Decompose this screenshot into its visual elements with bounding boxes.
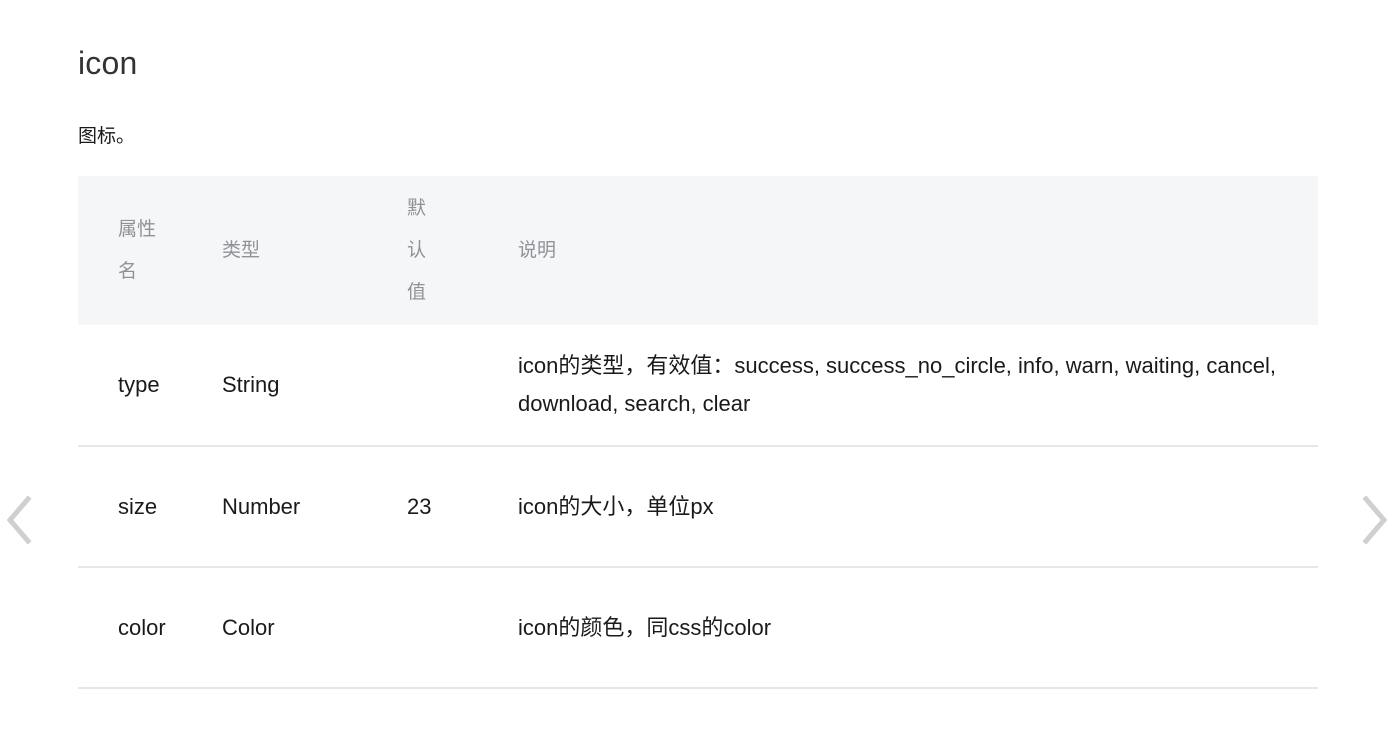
page-title: icon — [78, 43, 138, 83]
column-header-type: 类型 — [222, 230, 407, 272]
column-header-default: 默 认 值 — [407, 188, 518, 314]
column-header-name-line-1: 属性 — [118, 209, 222, 251]
column-header-name: 属性 名 — [78, 209, 222, 293]
prev-page-button[interactable] — [4, 494, 36, 546]
page-description: 图标。 — [78, 122, 135, 152]
api-properties-table: 属性 名 类型 默 认 值 说明 type String icon的类型，有效值… — [78, 176, 1318, 689]
cell-property-description: icon的颜色，同css的color — [518, 609, 1318, 647]
table-row: size Number 23 icon的大小，单位px — [78, 447, 1318, 568]
chevron-right-icon — [1358, 494, 1390, 546]
table-row: color Color icon的颜色，同css的color — [78, 568, 1318, 689]
cell-property-type: Color — [222, 609, 407, 647]
table-header-row: 属性 名 类型 默 认 值 说明 — [78, 176, 1318, 325]
column-header-name-line-2: 名 — [118, 251, 222, 293]
next-page-button[interactable] — [1358, 494, 1390, 546]
chevron-left-icon — [4, 494, 36, 546]
cell-property-name: color — [78, 609, 222, 647]
column-header-default-line-2: 认 — [407, 230, 518, 272]
cell-property-name: size — [78, 488, 222, 526]
cell-property-name: type — [78, 366, 222, 404]
cell-property-description: icon的类型，有效值：success, success_no_circle, … — [518, 347, 1318, 423]
cell-property-type: Number — [222, 488, 407, 526]
column-header-default-line-1: 默 — [407, 188, 518, 230]
column-header-description: 说明 — [518, 230, 1318, 272]
cell-property-type: String — [222, 366, 407, 404]
cell-property-description: icon的大小，单位px — [518, 488, 1318, 526]
api-doc-page: icon 图标。 属性 名 类型 默 认 值 说明 type String — [0, 0, 1390, 734]
cell-property-default: 23 — [407, 488, 518, 526]
column-header-default-line-3: 值 — [407, 272, 518, 314]
table-row: type String icon的类型，有效值：success, success… — [78, 325, 1318, 447]
